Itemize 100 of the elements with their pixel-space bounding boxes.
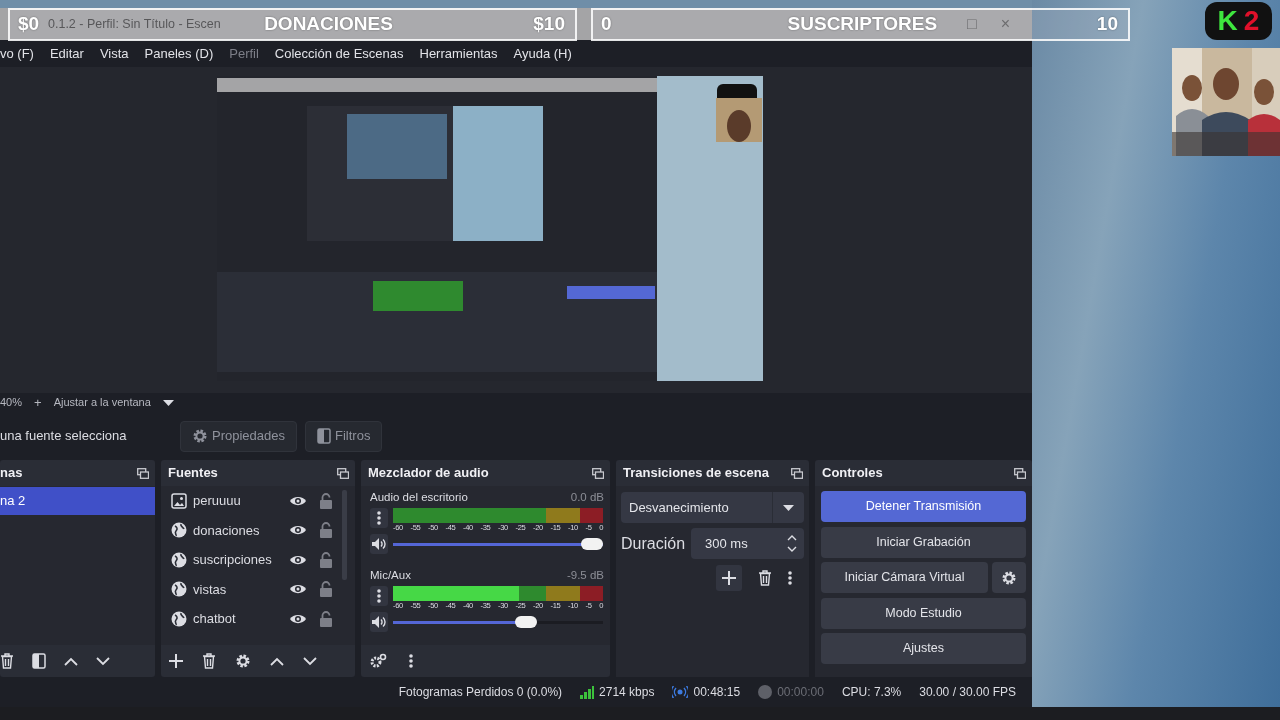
move-down-button[interactable] xyxy=(96,656,110,666)
chevron-down-icon xyxy=(96,656,110,666)
window-title: 0.1.2 - Perfil: Sin Título - Escen xyxy=(48,15,221,33)
source-name[interactable]: suscripciones xyxy=(193,550,283,570)
menu-item[interactable]: vo (F) xyxy=(0,43,34,64)
unlocked-lock-icon[interactable] xyxy=(319,610,333,627)
menu-item[interactable]: Editar xyxy=(49,43,84,64)
channel-name: Audio del escritorio xyxy=(370,490,468,505)
gear-icon xyxy=(1001,569,1017,586)
volume-slider[interactable] xyxy=(393,614,603,629)
speaker-icon xyxy=(372,537,386,550)
filters-button[interactable]: Filtros xyxy=(305,420,383,452)
unlocked-lock-icon[interactable] xyxy=(319,581,333,598)
plus-icon xyxy=(169,654,183,668)
properties-button[interactable]: Propiedades xyxy=(180,420,297,452)
channel-menu-button[interactable] xyxy=(370,586,388,607)
undock-icon xyxy=(791,467,803,479)
remove-button[interactable] xyxy=(758,570,772,586)
advanced-audio-button[interactable] xyxy=(369,653,387,669)
panel-title: Transiciones de escena xyxy=(623,464,769,483)
control-button[interactable]: Detener Transmisión xyxy=(821,491,1026,522)
settings-button[interactable] xyxy=(235,653,251,669)
mute-button[interactable] xyxy=(370,533,388,554)
undock-button[interactable] xyxy=(791,467,803,479)
gears-icon xyxy=(369,653,387,669)
control-button[interactable]: Ajustes xyxy=(821,633,1026,664)
scene-item[interactable]: na 2 xyxy=(0,487,155,515)
volume-reading: -9.5 dB xyxy=(566,567,604,583)
source-name[interactable]: donaciones xyxy=(193,520,283,540)
zoom-in-button[interactable]: + xyxy=(34,392,42,413)
filters-button[interactable] xyxy=(32,653,46,669)
image-icon xyxy=(171,492,187,509)
control-button[interactable]: Iniciar Grabación xyxy=(821,526,1026,558)
move-up-button[interactable] xyxy=(270,656,284,666)
filter-icon xyxy=(32,653,46,669)
menu-item[interactable]: Vista xyxy=(99,43,129,64)
channel-name: Mic/Aux xyxy=(370,567,411,583)
logo-letter: K xyxy=(1217,7,1238,35)
slider-handle[interactable] xyxy=(515,615,538,628)
gear-icon xyxy=(235,653,251,669)
control-button[interactable]: Iniciar Cámara Virtual xyxy=(821,562,988,593)
settings-button[interactable] xyxy=(992,562,1026,593)
goal-max: 10 xyxy=(1096,12,1118,37)
goal-title: DONACIONES xyxy=(264,12,393,37)
panel-title: nas xyxy=(0,464,23,483)
more-icon xyxy=(377,589,381,604)
transition-select[interactable]: Desvanecimiento xyxy=(621,492,804,523)
more-options-button[interactable] xyxy=(409,654,413,668)
trash-icon xyxy=(0,653,14,669)
remove-button[interactable] xyxy=(202,653,216,669)
more-icon xyxy=(377,511,381,526)
more-icon xyxy=(788,571,792,585)
trash-icon xyxy=(758,570,772,586)
undock-button[interactable] xyxy=(592,467,604,479)
mute-button[interactable] xyxy=(370,611,388,632)
slider-handle[interactable] xyxy=(581,537,603,550)
undock-button[interactable] xyxy=(137,467,149,479)
dropdown-caret-icon xyxy=(783,504,794,511)
bitrate: 2714 kbps xyxy=(599,684,655,701)
chevron-up-icon xyxy=(64,656,78,666)
control-button[interactable]: Modo Estudio xyxy=(821,597,1026,629)
channel-menu-button[interactable] xyxy=(370,508,388,529)
eye-icon[interactable] xyxy=(289,583,307,596)
volume-reading: 0.0 dB xyxy=(570,490,604,505)
menu-item[interactable]: Paneles (D) xyxy=(144,43,214,64)
gear-icon xyxy=(192,428,208,444)
panel-title: Fuentes xyxy=(168,464,218,483)
zoom-level: 40% xyxy=(0,395,23,411)
source-name[interactable]: peruuuu xyxy=(193,491,283,511)
move-down-button[interactable] xyxy=(303,656,317,666)
globe-icon xyxy=(171,581,187,598)
add-button[interactable] xyxy=(169,654,183,668)
eye-icon[interactable] xyxy=(289,494,307,507)
remove-button[interactable] xyxy=(0,653,14,669)
eye-icon[interactable] xyxy=(289,524,307,537)
menu-item[interactable]: Ayuda (H) xyxy=(513,43,572,64)
cpu-usage: CPU: 7.3% xyxy=(840,684,903,701)
source-name[interactable]: vistas xyxy=(193,579,283,599)
unlocked-lock-icon[interactable] xyxy=(319,551,333,568)
undock-button[interactable] xyxy=(1014,467,1026,479)
source-name[interactable]: chatbot xyxy=(193,609,283,629)
volume-slider[interactable] xyxy=(393,536,603,551)
unlocked-lock-icon[interactable] xyxy=(319,522,333,539)
selected-source-label: una fuente selecciona xyxy=(0,427,128,446)
stream-time: 00:48:15 xyxy=(693,684,741,701)
duration-field[interactable]: 300 ms xyxy=(691,528,804,559)
panel-title: Mezclador de audio xyxy=(368,464,489,483)
add-button[interactable] xyxy=(716,565,742,591)
unlocked-lock-icon[interactable] xyxy=(319,492,333,509)
move-up-button[interactable] xyxy=(64,656,78,666)
eye-icon[interactable] xyxy=(289,612,307,625)
globe-icon xyxy=(171,551,187,568)
menu-item[interactable]: Colección de Escenas xyxy=(274,43,404,64)
goal-min: $0 xyxy=(18,12,40,37)
menu-item[interactable]: Herramientas xyxy=(419,43,498,64)
undock-button[interactable] xyxy=(337,467,349,479)
plus-icon xyxy=(722,571,736,585)
signal-bars-icon xyxy=(580,685,595,699)
eye-icon[interactable] xyxy=(289,553,307,566)
more-options-button[interactable] xyxy=(788,571,792,585)
